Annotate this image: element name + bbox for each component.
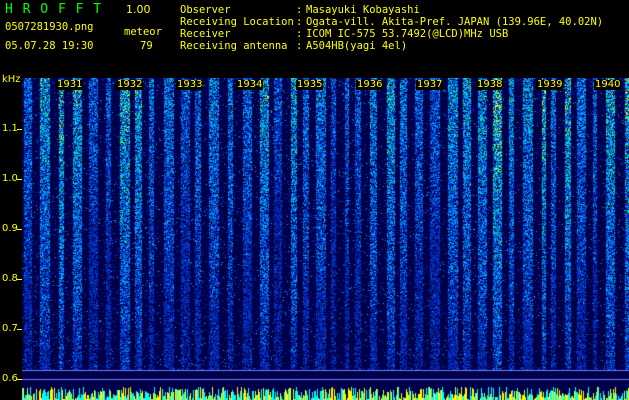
antenna-value: A504HB(yagi 4el) xyxy=(306,40,408,52)
meteor-count: 79 xyxy=(140,40,153,52)
y-tick-label: 1.0 xyxy=(2,173,18,184)
app-version: 1.00 xyxy=(126,3,151,16)
time-label: 1934 xyxy=(236,79,264,90)
app-title: H R O F F T xyxy=(5,2,103,17)
file-name: 0507281930.png xyxy=(5,21,94,33)
antenna-label: Receiving antenna xyxy=(180,40,288,52)
y-tick-label: 0.9 xyxy=(2,223,18,234)
observer-value: Masayuki Kobayashi xyxy=(306,4,420,16)
time-label: 1936 xyxy=(356,79,384,90)
location-label: Receiving Location xyxy=(180,16,294,28)
y-tick-label: 0.7 xyxy=(2,323,18,334)
time-label: 1937 xyxy=(416,79,444,90)
file-datetime: 05.07.28 19:30 xyxy=(5,40,94,52)
spectrogram-image xyxy=(22,78,629,400)
y-tick-label: 0.8 xyxy=(2,273,18,284)
y-unit-label: kHz xyxy=(2,74,21,85)
y-tick-label: 0.6 xyxy=(2,373,18,384)
time-label: 1935 xyxy=(296,79,324,90)
time-label: 1938 xyxy=(476,79,504,90)
header-panel: H R O F F T 1.00 0507281930.png 05.07.28… xyxy=(0,0,629,75)
receiver-label: Receiver xyxy=(180,28,231,40)
receiver-value: ICOM IC-575 53.7492(@LCD)MHz USB xyxy=(306,28,509,40)
observer-label: Observer xyxy=(180,4,231,16)
location-value: Ogata-vill. Akita-Pref. JAPAN (139.96E, … xyxy=(306,16,604,28)
frequency-axis: kHz 1.1 1.0 0.9 0.8 0.7 0.6 xyxy=(0,75,22,400)
time-label: 1933 xyxy=(176,79,204,90)
time-label: 1931 xyxy=(56,79,84,90)
time-label: 1939 xyxy=(536,79,564,90)
time-label: 1932 xyxy=(116,79,144,90)
y-tick-label: 1.1 xyxy=(2,123,18,134)
meteor-label: meteor xyxy=(124,26,162,38)
time-label: 1940 xyxy=(594,79,622,90)
